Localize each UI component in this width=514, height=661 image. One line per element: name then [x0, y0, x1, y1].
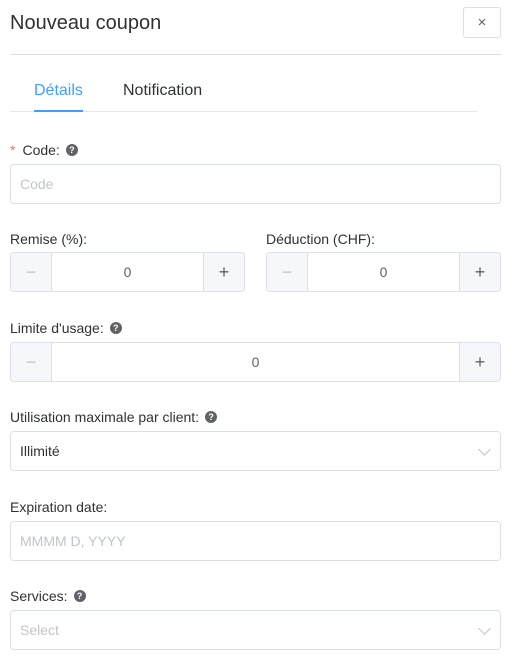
- help-icon[interactable]: ?: [109, 322, 122, 334]
- expiration-date-input[interactable]: MMMM D, YYYY: [10, 521, 501, 561]
- discount-decrease-button[interactable]: −: [11, 253, 52, 291]
- code-input[interactable]: Code: [10, 164, 501, 204]
- tab-notification[interactable]: Notification: [123, 82, 202, 100]
- deduction-stepper: − 0 +: [266, 252, 501, 292]
- discount-value[interactable]: 0: [52, 253, 203, 291]
- usage-limit-label: Limite d'usage:: [10, 320, 104, 336]
- services-label: Services:: [10, 588, 68, 604]
- usage-limit-decrease-button[interactable]: −: [11, 343, 52, 381]
- services-placeholder: Select: [20, 622, 59, 638]
- services-select[interactable]: Select: [10, 610, 501, 650]
- discount-stepper: − 0 +: [10, 252, 245, 292]
- deduction-increase-button[interactable]: +: [459, 253, 500, 291]
- code-label-row: * Code: ?: [10, 142, 78, 158]
- usage-limit-label-row: Limite d'usage: ?: [10, 320, 122, 336]
- tab-details[interactable]: Détails: [34, 82, 83, 100]
- usage-limit-value[interactable]: 0: [52, 343, 459, 381]
- max-per-client-value: Illimité: [20, 443, 60, 459]
- close-button[interactable]: ×: [463, 7, 501, 38]
- discount-increase-button[interactable]: +: [203, 253, 244, 291]
- dialog-header: Nouveau coupon ×: [10, 0, 501, 55]
- chevron-down-icon: [478, 622, 491, 635]
- required-marker: *: [10, 142, 16, 158]
- help-icon[interactable]: ?: [73, 590, 86, 602]
- deduction-decrease-button[interactable]: −: [267, 253, 308, 291]
- chevron-down-icon: [478, 443, 491, 456]
- max-per-client-label: Utilisation maximale par client:: [10, 409, 200, 425]
- deduction-value[interactable]: 0: [308, 253, 459, 291]
- help-icon[interactable]: ?: [205, 411, 218, 423]
- close-icon: ×: [477, 14, 487, 31]
- active-tab-indicator: [34, 110, 83, 112]
- services-label-row: Services: ?: [10, 588, 86, 604]
- help-icon[interactable]: ?: [65, 144, 78, 156]
- usage-limit-increase-button[interactable]: +: [459, 343, 500, 381]
- max-per-client-select[interactable]: Illimité: [10, 431, 501, 471]
- discount-label: Remise (%):: [10, 231, 88, 247]
- dialog-title: Nouveau coupon: [10, 12, 162, 34]
- expiration-label: Expiration date:: [10, 499, 108, 515]
- max-per-client-label-row: Utilisation maximale par client: ?: [10, 409, 218, 425]
- deduction-label: Déduction (CHF):: [266, 231, 375, 247]
- tab-bar: Détails Notification: [10, 70, 477, 112]
- usage-limit-stepper: − 0 +: [10, 342, 501, 382]
- code-label: Code:: [22, 142, 60, 158]
